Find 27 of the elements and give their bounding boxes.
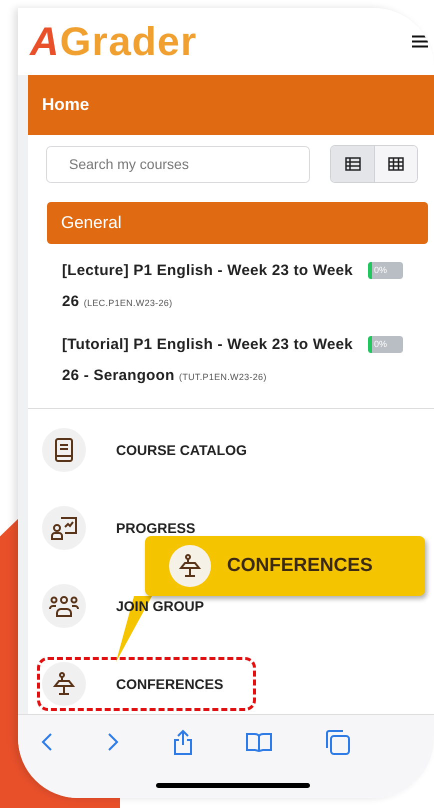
app-logo: AGrader xyxy=(30,22,198,62)
grid-view-icon xyxy=(388,157,404,171)
menu-item[interactable]: PROGRESS xyxy=(42,506,196,550)
progress-label: 0% xyxy=(374,338,388,351)
presentation-chart-icon xyxy=(51,516,77,540)
share-icon[interactable] xyxy=(172,729,194,755)
search-field[interactable]: Search my courses xyxy=(46,146,310,182)
group-icon xyxy=(49,595,79,617)
tabs-icon[interactable] xyxy=(324,729,350,755)
grid-view-button[interactable] xyxy=(374,146,417,182)
list-view-button[interactable] xyxy=(331,146,374,182)
course-link[interactable]: [Tutorial] P1 English - Week 23 to Week 26 - Serangoon (TUT.P1EN.W23-26) xyxy=(62,329,358,393)
callout-label: CONFERENCES xyxy=(227,554,373,578)
menu-item[interactable]: COURSE CATALOG xyxy=(42,428,247,472)
podium-icon xyxy=(52,672,76,696)
book-icon xyxy=(54,438,74,462)
progress-label: 0% xyxy=(374,264,388,277)
list-view-icon xyxy=(344,157,360,171)
menu-item[interactable]: CONFERENCES xyxy=(42,662,252,706)
menu-icon[interactable] xyxy=(412,35,428,48)
book-icon[interactable] xyxy=(246,732,272,752)
section-header: General xyxy=(47,202,428,244)
back-icon[interactable] xyxy=(40,732,54,752)
forward-icon[interactable] xyxy=(106,732,120,752)
page-title: Home xyxy=(28,75,434,135)
podium-icon xyxy=(178,554,202,578)
course-link[interactable]: [Lecture] P1 English - Week 23 to Week 26 (LEC.P1EN.W23-26) xyxy=(62,255,358,319)
